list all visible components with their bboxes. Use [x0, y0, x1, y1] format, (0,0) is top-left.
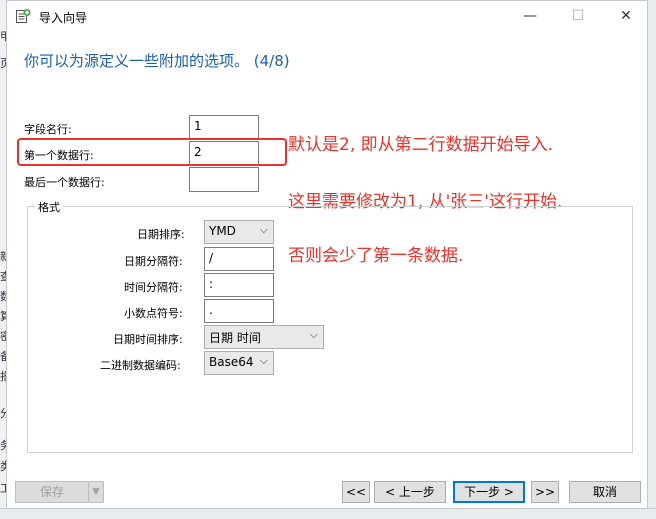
date-order-label: 日期排序: [137, 228, 185, 241]
maximize-button[interactable]: ☐ [561, 5, 595, 27]
binary-encoding-select[interactable]: Base64 ⌵ [204, 351, 274, 375]
time-separator-input[interactable]: : [204, 273, 274, 297]
minimize-button[interactable]: — [513, 5, 547, 27]
save-button[interactable]: 保存 [15, 481, 89, 503]
datetime-order-select[interactable]: 日期 时间 ⌵ [204, 325, 324, 349]
binary-encoding-value: Base64 [209, 355, 254, 369]
window-title: 导入向导 [39, 11, 88, 25]
field-name-row-input[interactable]: 1 [189, 115, 259, 140]
time-separator-label: 时间分隔符: [124, 281, 183, 294]
date-separator-input[interactable]: / [204, 247, 274, 271]
date-order-select[interactable]: YMD ⌵ [204, 220, 274, 244]
annotation-line-1: 默认是2, 即从第二行数据开始导入. [288, 135, 554, 155]
first-page-button[interactable]: << [342, 481, 370, 503]
close-button[interactable]: ✕ [609, 5, 643, 27]
import-wizard-dialog: 导入向导 — ☐ ✕ 你可以为源定义一些附加的选项。 (4/8) 字段名行: 1… [6, 0, 648, 509]
page-heading: 你可以为源定义一些附加的选项。 (4/8) [24, 52, 290, 70]
annotation-highlight-box [17, 138, 287, 166]
background-right-edge [648, 0, 656, 519]
last-data-row-label: 最后一个数据行: [24, 176, 105, 189]
date-order-value: YMD [209, 224, 236, 238]
decimal-symbol-label: 小数点符号: [124, 307, 183, 320]
chevron-down-icon: ⌵ [309, 328, 318, 341]
date-separator-label: 日期分隔符: [124, 255, 183, 268]
caret-down-icon: ▼ [92, 487, 100, 497]
last-data-row-input[interactable] [189, 167, 259, 192]
background-bottom-edge [0, 508, 656, 519]
format-groupbox [27, 206, 633, 453]
next-button[interactable]: 下一步 > [453, 481, 525, 503]
save-dropdown-button[interactable]: ▼ [88, 481, 104, 503]
import-wizard-icon [15, 8, 31, 24]
title-bar: 导入向导 — ☐ ✕ [7, 1, 647, 31]
cancel-button[interactable]: 取消 [569, 481, 641, 503]
datetime-order-label: 日期时间排序: [113, 333, 183, 346]
decimal-symbol-input[interactable]: . [204, 299, 274, 323]
chevron-down-icon: ⌵ [259, 354, 268, 367]
last-page-button[interactable]: >> [531, 481, 559, 503]
format-group-title: 格式 [35, 199, 63, 215]
previous-button[interactable]: < 上一步 [374, 481, 446, 503]
binary-encoding-label: 二进制数据编码: [100, 359, 181, 372]
field-name-row-label: 字段名行: [24, 123, 72, 136]
datetime-order-value: 日期 时间 [209, 331, 261, 345]
chevron-down-icon: ⌵ [259, 223, 268, 236]
